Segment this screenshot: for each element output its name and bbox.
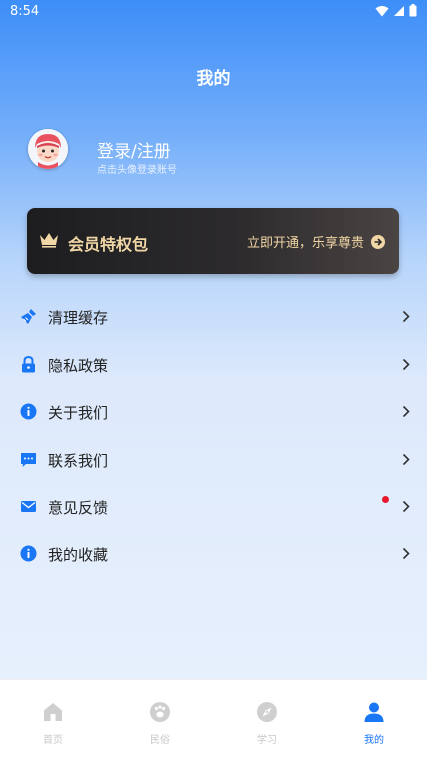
page-title: 我的 <box>196 69 231 89</box>
chevron-right-icon <box>402 358 410 371</box>
info-icon <box>20 545 37 562</box>
tab-label: 首页 <box>43 735 63 746</box>
status-bar: 8:54 <box>0 0 427 24</box>
avatar-cartoon-icon <box>28 129 68 169</box>
lock-icon <box>22 356 35 373</box>
paw-icon <box>150 702 170 722</box>
chevron-right-icon <box>402 547 410 560</box>
broom-icon <box>21 309 36 324</box>
info-icon <box>20 403 37 420</box>
mail-icon <box>21 501 36 512</box>
avatar[interactable] <box>28 129 68 169</box>
menu-item-about-us[interactable]: 关于我们 <box>0 388 427 435</box>
login-register-link[interactable]: 登录/注册 <box>97 137 171 162</box>
menu-item-label: 联系我们 <box>48 452 109 470</box>
battery-icon <box>409 4 417 17</box>
vip-action-label: 立即开通，乐享尊贵 <box>246 236 364 251</box>
menu-item-privacy-policy[interactable]: 隐私政策 <box>0 341 427 388</box>
menu-item-my-favorites[interactable]: 我的收藏 <box>0 530 427 577</box>
compass-icon <box>257 702 277 722</box>
vip-open-button[interactable]: 立即开通，乐享尊贵 <box>247 232 385 251</box>
menu-item-feedback[interactable]: 意见反馈 <box>0 483 427 530</box>
status-icons <box>375 4 417 17</box>
person-icon <box>364 702 384 722</box>
tab-label: 我的 <box>364 735 384 746</box>
tab-study[interactable]: 学习 <box>214 680 320 760</box>
chevron-right-icon <box>402 310 410 323</box>
menu-item-label: 隐私政策 <box>48 357 109 375</box>
vip-title: 会员特权包 <box>68 235 149 254</box>
home-icon <box>44 703 62 721</box>
menu-item-clear-cache[interactable]: 清理缓存 <box>0 293 427 340</box>
chevron-right-icon <box>402 405 410 418</box>
tab-mine[interactable]: 我的 <box>321 680 427 760</box>
vip-membership-card[interactable]: 会员特权包 立即开通，乐享尊贵 <box>27 208 399 274</box>
login-hint: 点击头像登录账号 <box>97 165 177 176</box>
tab-label: 学习 <box>257 735 277 746</box>
tab-label: 民俗 <box>150 735 170 746</box>
status-time: 8:54 <box>10 4 40 19</box>
chevron-right-icon <box>402 453 410 466</box>
wifi-icon <box>375 5 389 16</box>
signal-icon <box>394 5 404 16</box>
menu-item-label: 意见反馈 <box>48 499 109 517</box>
menu-item-label: 我的收藏 <box>48 546 109 564</box>
crown-icon <box>40 233 58 248</box>
menu-item-label: 清理缓存 <box>48 309 109 327</box>
bottom-tab-bar: 首页 民俗 学习 我的 <box>0 679 427 760</box>
tab-folk-custom[interactable]: 民俗 <box>107 680 213 760</box>
arrow-right-circle-icon <box>371 234 385 249</box>
menu-item-contact-us[interactable]: 联系我们 <box>0 436 427 483</box>
menu-item-label: 关于我们 <box>48 404 109 422</box>
message-icon <box>21 453 36 467</box>
notification-dot <box>382 496 389 503</box>
tab-home[interactable]: 首页 <box>0 680 106 760</box>
chevron-right-icon <box>402 500 410 513</box>
